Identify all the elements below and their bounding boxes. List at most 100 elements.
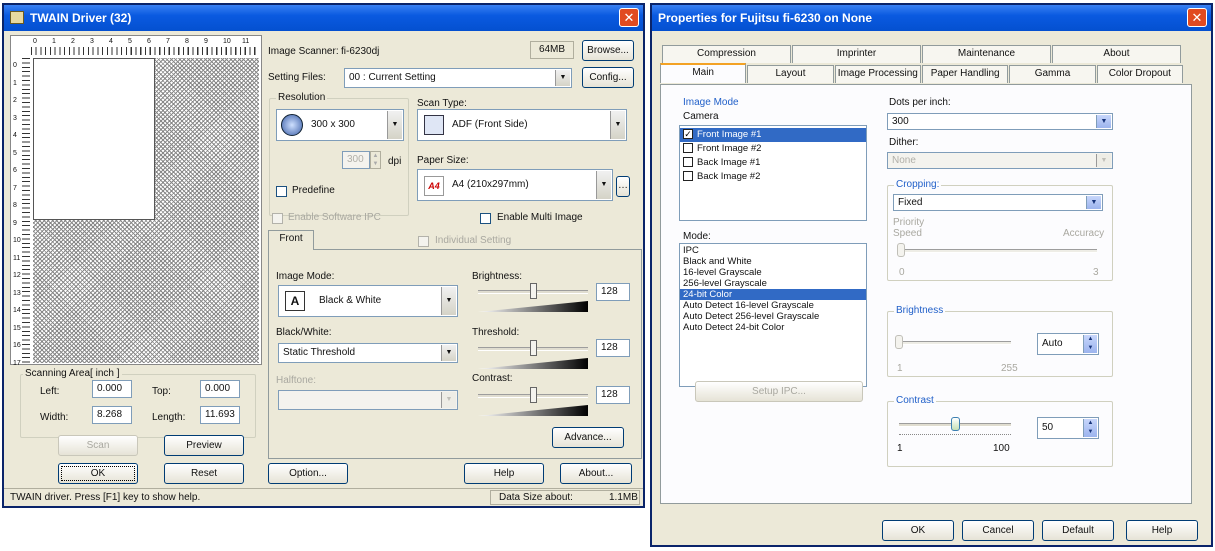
camera-list[interactable]: ✓ Front Image #1 Front Image #2 Back Image … <box>679 125 867 221</box>
chevron-down-icon[interactable]: ▼ <box>441 392 456 408</box>
camera-checkbox[interactable]: ✓ <box>683 129 693 140</box>
tab-maintenance[interactable]: Maintenance <box>922 45 1051 63</box>
spinner-icon[interactable]: ▲ ▼ <box>1083 419 1097 437</box>
chevron-down-icon[interactable]: ▼ <box>1096 115 1111 128</box>
preview-canvas[interactable] <box>33 58 259 363</box>
cropping-dropdown[interactable]: Fixed ▼ <box>893 194 1103 211</box>
mode-list-item[interactable]: 24-bit Color <box>680 289 866 300</box>
mode-list-item[interactable]: IPC <box>680 245 866 256</box>
resolution-dropdown[interactable]: 300 x 300 ▼ <box>276 109 404 141</box>
paper-size-dropdown[interactable]: A4 A4 (210x297mm) ▼ <box>417 169 613 201</box>
chevron-down-icon[interactable]: ▼ <box>1086 196 1101 209</box>
dither-dropdown[interactable]: None ▼ <box>887 152 1113 169</box>
scan-type-dropdown[interactable]: ADF (Front Side) ▼ <box>417 109 627 141</box>
predefine-checkbox[interactable] <box>276 186 287 197</box>
tab-image-processing[interactable]: Image Processing <box>834 65 921 83</box>
twain-title-bar[interactable]: TWAIN Driver (32) <box>4 5 643 31</box>
mode-list[interactable]: IPC Black and White 16-level Grayscale 256-… <box>679 243 867 387</box>
halftone-dropdown[interactable]: ▼ <box>278 390 458 410</box>
threshold-slider-thumb[interactable] <box>530 340 537 356</box>
reset-button[interactable]: Reset <box>164 463 244 484</box>
browse-button[interactable]: Browse... <box>582 40 634 61</box>
ok-button[interactable]: OK <box>58 463 138 484</box>
tab-front[interactable]: Front <box>268 230 314 250</box>
option-button[interactable]: Option... <box>268 463 348 484</box>
twain-close-icon[interactable]: ✕ <box>619 8 639 27</box>
spinner-icon[interactable]: ▲ ▼ <box>1083 335 1097 353</box>
props-brightness-slider-track[interactable] <box>899 341 1011 345</box>
individual-setting-checkbox[interactable] <box>418 236 429 247</box>
camera-list-item[interactable]: ✓ Front Image #1 <box>680 128 866 142</box>
camera-checkbox[interactable] <box>683 157 693 168</box>
config-button[interactable]: Config... <box>582 67 634 88</box>
tab-paper-handling[interactable]: Paper Handling <box>922 65 1009 83</box>
properties-title: Properties for Fujitsu fi-6230 on None <box>658 11 873 25</box>
bw-dropdown[interactable]: Static Threshold ▼ <box>278 343 458 363</box>
setup-ipc-button[interactable]: Setup IPC... <box>695 381 863 402</box>
about-button[interactable]: About... <box>560 463 632 484</box>
dots-per-inch-dropdown[interactable]: 300 ▼ <box>887 113 1113 130</box>
mode-list-item[interactable]: Auto Detect 256-level Grayscale <box>680 311 866 322</box>
camera-checkbox[interactable] <box>683 143 693 154</box>
contrast-ticks <box>899 434 1011 437</box>
contrast-value-box[interactable]: 128 <box>596 386 630 404</box>
chevron-down-icon[interactable]: ▼ <box>555 70 570 86</box>
chevron-down-icon[interactable]: ▼ <box>610 111 625 139</box>
chevron-down-icon[interactable]: ▼ <box>387 111 402 139</box>
contrast-slider-thumb[interactable] <box>530 387 537 403</box>
image-mode-dropdown[interactable]: A Black & White ▼ <box>278 285 458 317</box>
enable-multi-image-checkbox[interactable] <box>480 213 491 224</box>
properties-close-icon[interactable]: ✕ <box>1187 8 1207 27</box>
tab-gamma[interactable]: Gamma <box>1009 65 1096 83</box>
preview-button[interactable]: Preview <box>164 435 244 456</box>
tab-main[interactable]: Main <box>660 63 747 83</box>
mode-list-item[interactable]: Auto Detect 24-bit Color <box>680 322 866 333</box>
tab-imprinter[interactable]: Imprinter <box>792 45 921 63</box>
props-help-button[interactable]: Help <box>1126 520 1198 541</box>
props-default-button[interactable]: Default <box>1042 520 1114 541</box>
priority-slider-track[interactable] <box>901 249 1097 253</box>
tab-compression[interactable]: Compression <box>662 45 791 63</box>
chevron-down-icon[interactable]: ▼ <box>441 345 456 361</box>
camera-list-item[interactable]: Front Image #2 <box>680 142 866 156</box>
props-contrast-spinbox[interactable]: 50 ▲ ▼ <box>1037 417 1099 439</box>
brightness-slider-thumb[interactable] <box>530 283 537 299</box>
length-field[interactable]: 11.693 <box>200 406 240 424</box>
mode-list-item[interactable]: Black and White <box>680 256 866 267</box>
priority-slider-thumb[interactable] <box>897 243 905 257</box>
chevron-down-icon[interactable]: ▼ <box>1096 154 1111 167</box>
mode-list-item[interactable]: Auto Detect 16-level Grayscale <box>680 300 866 311</box>
camera-list-item[interactable]: Back Image #1 <box>680 156 866 170</box>
props-brightness-spinbox[interactable]: Auto ▲ ▼ <box>1037 333 1099 355</box>
props-cancel-button[interactable]: Cancel <box>962 520 1034 541</box>
dpi-spinner-icon[interactable]: ▲ ▼ <box>370 151 381 169</box>
chevron-down-icon[interactable]: ▼ <box>441 287 456 315</box>
tab-color-dropout[interactable]: Color Dropout <box>1096 65 1183 83</box>
setting-files-dropdown[interactable]: 00 : Current Setting ▼ <box>344 68 572 88</box>
chevron-down-icon[interactable]: ▼ <box>596 171 611 199</box>
enable-software-ipc-checkbox[interactable] <box>272 213 283 224</box>
paper-size-more-button[interactable]: … <box>616 176 630 197</box>
width-field[interactable]: 8.268 <box>92 406 132 424</box>
left-field[interactable]: 0.000 <box>92 380 132 398</box>
scan-area-rectangle[interactable] <box>33 58 155 220</box>
mode-list-item[interactable]: 16-level Grayscale <box>680 267 866 278</box>
props-brightness-slider-thumb[interactable] <box>895 335 903 349</box>
properties-title-bar[interactable]: Properties for Fujitsu fi-6230 on None <box>652 5 1211 31</box>
scan-button[interactable]: Scan <box>58 435 138 456</box>
horizontal-ruler: 0 1 2 3 4 5 6 7 8 9 10 11 <box>31 38 259 56</box>
camera-checkbox[interactable] <box>683 171 693 182</box>
top-field[interactable]: 0.000 <box>200 380 240 398</box>
camera-list-item[interactable]: Back Image #2 <box>680 170 866 184</box>
tab-about[interactable]: About <box>1052 45 1181 63</box>
advance-button[interactable]: Advance... <box>552 427 624 448</box>
props-contrast-slider-thumb[interactable] <box>951 417 960 431</box>
props-ok-button[interactable]: OK <box>882 520 954 541</box>
image-mode-group-label: Image Mode <box>683 97 739 108</box>
dpi-field[interactable]: 300 <box>342 151 370 169</box>
tab-layout[interactable]: Layout <box>747 65 834 83</box>
mode-list-item[interactable]: 256-level Grayscale <box>680 278 866 289</box>
threshold-value-box[interactable]: 128 <box>596 339 630 357</box>
brightness-value-box[interactable]: 128 <box>596 283 630 301</box>
help-button[interactable]: Help <box>464 463 544 484</box>
